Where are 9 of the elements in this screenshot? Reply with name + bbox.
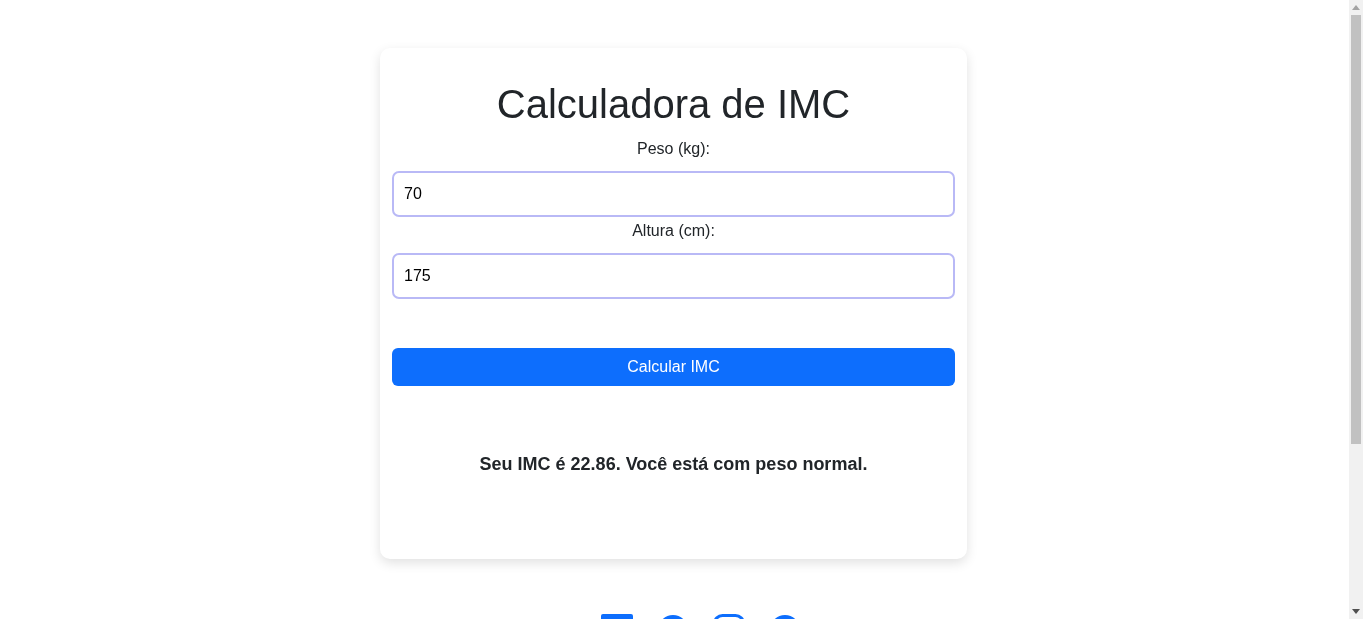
input-field[interactable]: 175 [392,253,955,299]
result-text: Seu IMC é 22.86. Você está com peso normal. [479,453,868,476]
page-title: Calculadora de IMC [496,81,851,128]
input-field[interactable]: 70 [392,171,955,217]
scroll-thumb[interactable] [1351,15,1361,444]
field-label: Peso (kg): [637,139,710,159]
field-label: Altura (cm): [632,221,715,241]
calculate-button[interactable]: Calcular IMC [392,348,955,386]
scroll-down-arrow-icon[interactable] [1352,609,1360,614]
